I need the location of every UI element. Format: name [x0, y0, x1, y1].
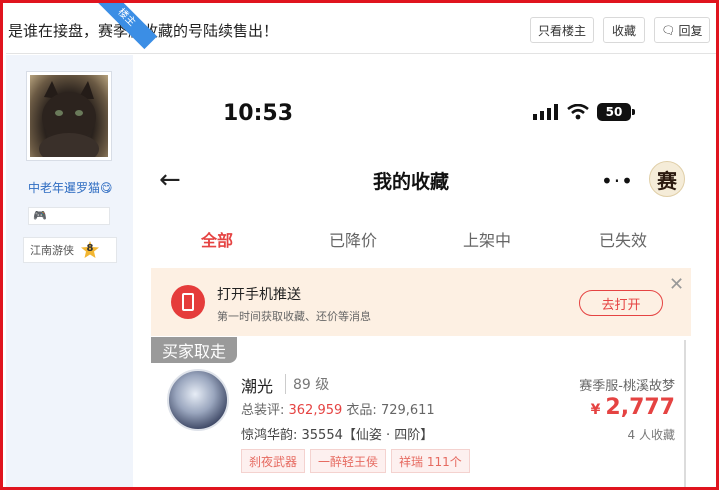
gear-score-value: 362,959: [288, 403, 343, 418]
tab-on-sale[interactable]: 上架中: [463, 227, 511, 251]
outfit-score-value: 729,611: [380, 403, 435, 418]
more-options-icon[interactable]: •·•: [601, 169, 634, 193]
push-notification-banner: 打开手机推送 第一时间获取收藏、还价等消息 去打开 ✕: [151, 268, 691, 336]
price-value: 2,777: [605, 395, 675, 420]
character-avatar[interactable]: [167, 369, 229, 431]
character-name[interactable]: 潮光: [241, 373, 273, 397]
screenshot-frame: 是谁在接盘，赛季服收藏的号陆续售出！ 只看楼主 收藏 🗨 回复 中老年暹罗猫😋: [0, 0, 719, 490]
phone-icon: [171, 285, 205, 319]
character-attribute: 惊鸿华韵: 35554【仙姿 · 四阶】: [241, 428, 434, 443]
game-logo-icon[interactable]: 赛: [649, 161, 685, 197]
author-name[interactable]: 中老年暹罗猫😋: [28, 179, 113, 196]
wifi-icon: [567, 104, 589, 120]
status-bar-icons: 50: [533, 103, 635, 121]
currency-symbol: ¥: [590, 402, 601, 418]
only-op-button[interactable]: 只看楼主: [530, 17, 594, 43]
favorite-count: 4 人收藏: [627, 428, 675, 442]
close-icon[interactable]: ✕: [669, 274, 684, 295]
character-level: 89 级: [285, 374, 329, 394]
gear-score-label: 总装评:: [241, 403, 289, 418]
enable-push-button[interactable]: 去打开: [579, 290, 663, 316]
status-badge: 买家取走: [151, 337, 237, 363]
author-medal-row: 🎮: [28, 207, 110, 225]
author-sidebar: 中老年暹罗猫😋 🎮 江南游侠 8: [6, 55, 133, 487]
item-tag: 一醉轻王侯: [310, 449, 387, 473]
favorites-tabs: 全部 已降价 上架中 已失效: [133, 227, 716, 257]
embedded-phone-screenshot: 10:53 50 ← 我的收藏 •·• 赛 全部 已降价 上架中 已失效 打开手…: [133, 55, 716, 487]
page-title: 我的收藏: [373, 171, 450, 193]
battery-icon: 50: [597, 103, 635, 121]
reply-button[interactable]: 🗨 回复: [654, 17, 710, 43]
banner-subtitle: 第一时间获取收藏、还价等消息: [217, 310, 371, 323]
back-arrow-icon[interactable]: ←: [159, 165, 181, 195]
item-tag: 刹夜武器: [241, 449, 306, 473]
scrollbar[interactable]: [684, 340, 686, 487]
author-rank: 江南游侠 8: [23, 237, 117, 263]
tab-price-dropped[interactable]: 已降价: [329, 227, 377, 251]
item-price: ¥2,777: [513, 395, 675, 420]
comment-icon: 🗨: [661, 23, 676, 37]
author-avatar[interactable]: [26, 71, 112, 161]
reply-label: 回复: [678, 23, 703, 38]
gamepad-icon: 🎮: [33, 209, 47, 222]
outfit-score-label: 衣品:: [342, 403, 381, 418]
status-bar-time: 10:53: [223, 101, 294, 126]
character-stats: 总装评: 362,959 衣品: 729,611: [241, 399, 435, 418]
tab-all[interactable]: 全部: [201, 227, 233, 251]
server-name: 赛季服-桃溪故梦: [579, 379, 675, 394]
item-tags: 刹夜武器 一醉轻王侯 祥瑞 111个: [241, 449, 470, 473]
tab-expired[interactable]: 已失效: [599, 227, 647, 251]
rank-title: 江南游侠: [30, 244, 74, 257]
cat-avatar-image: [30, 75, 108, 157]
level-star-icon: 8: [80, 240, 100, 260]
level-number: 8: [86, 243, 94, 254]
favorite-button[interactable]: 收藏: [603, 17, 645, 43]
signal-icon: [533, 104, 558, 120]
item-tag: 祥瑞 111个: [391, 449, 470, 473]
cat-silhouette-icon: [39, 81, 99, 157]
banner-title: 打开手机推送: [217, 287, 301, 303]
